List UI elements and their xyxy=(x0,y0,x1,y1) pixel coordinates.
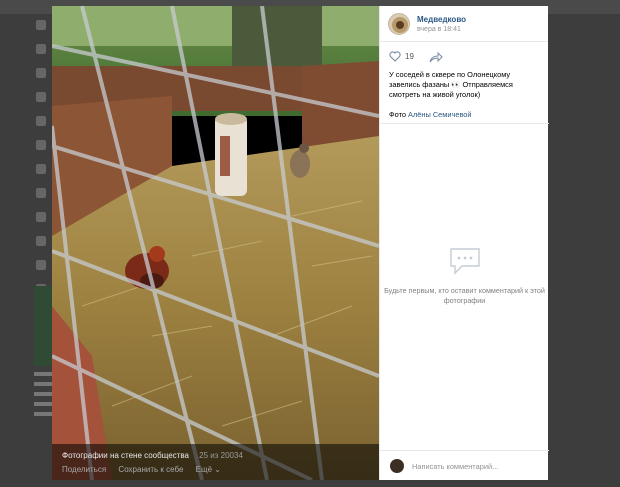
comment-input[interactable] xyxy=(412,459,540,473)
background-sidebar xyxy=(30,20,50,294)
share-arrow-icon xyxy=(429,51,443,63)
post-actions: 19 xyxy=(380,42,548,70)
photo-credit-prefix: Фото xyxy=(389,110,406,119)
photo-caption-bar: Фотографии на стене сообщества 25 из 200… xyxy=(52,444,379,480)
like-button[interactable]: 19 xyxy=(389,51,414,62)
post-author[interactable]: Медведково xyxy=(417,15,466,24)
more-link[interactable]: Ещё ⌄ xyxy=(196,465,221,474)
like-count: 19 xyxy=(405,52,414,61)
user-avatar xyxy=(390,459,404,473)
photo-credit: Фото Алёны Семичевой xyxy=(380,100,548,119)
comment-box xyxy=(380,450,549,480)
community-logo xyxy=(392,17,408,33)
divider xyxy=(380,123,549,124)
heart-icon xyxy=(389,51,401,62)
album-title[interactable]: Фотографии на стене сообщества xyxy=(62,451,189,460)
side-panel: Медведково вчера в 18:41 19 У соседей в … xyxy=(379,6,549,480)
photo-credit-author[interactable]: Алёны Семичевой xyxy=(408,110,472,119)
background-thumbnail xyxy=(34,286,52,366)
no-comments: Будьте первым, кто оставит комментарий к… xyxy=(380,246,549,306)
save-link[interactable]: Сохранить к себе xyxy=(118,465,183,474)
photo-viewer: Фотографии на стене сообщества 25 из 200… xyxy=(52,6,549,480)
share-button[interactable] xyxy=(429,50,443,68)
share-link[interactable]: Поделиться xyxy=(62,465,106,474)
background-text xyxy=(34,372,52,422)
post-header: Медведково вчера в 18:41 xyxy=(380,6,548,42)
comment-bubble-icon xyxy=(449,248,480,275)
photo[interactable]: Фотографии на стене сообщества 25 из 200… xyxy=(52,6,379,480)
community-avatar[interactable] xyxy=(388,13,410,35)
post-text: У соседей в сквере по Олонецкому завелис… xyxy=(389,70,513,99)
photo-counter: 25 из 20034 xyxy=(199,451,243,460)
no-comments-text: Будьте первым, кто оставит комментарий к… xyxy=(384,286,545,305)
photo-image xyxy=(52,6,379,480)
post-time[interactable]: вчера в 18:41 xyxy=(417,26,461,33)
